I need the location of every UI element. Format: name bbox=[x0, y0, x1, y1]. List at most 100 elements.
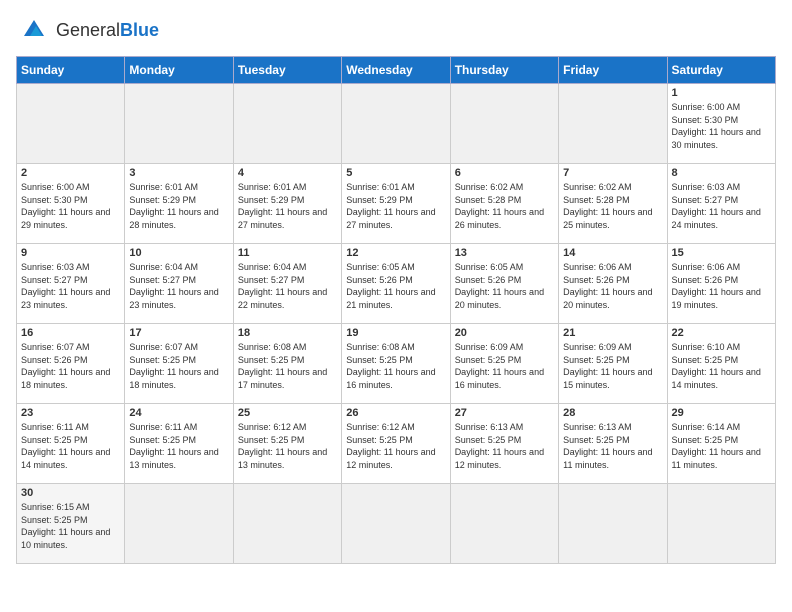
calendar-cell-8: 8 Sunrise: 6:03 AM Sunset: 5:27 PM Daylig… bbox=[667, 164, 775, 244]
calendar-cell-empty bbox=[667, 484, 775, 564]
calendar-cell-20: 20Sunrise: 6:09 AM Sunset: 5:25 PM Dayli… bbox=[450, 324, 558, 404]
calendar-cell-23: 23Sunrise: 6:11 AM Sunset: 5:25 PM Dayli… bbox=[17, 404, 125, 484]
day-info: Sunrise: 6:14 AM Sunset: 5:25 PM Dayligh… bbox=[672, 421, 771, 471]
day-info: Sunrise: 6:10 AM Sunset: 5:25 PM Dayligh… bbox=[672, 341, 771, 391]
day-info: Sunrise: 6:06 AM Sunset: 5:26 PM Dayligh… bbox=[672, 261, 771, 311]
day-info: Sunrise: 6:04 AM Sunset: 5:27 PM Dayligh… bbox=[238, 261, 337, 311]
day-number: 7 bbox=[563, 167, 662, 179]
week-row-1: 1 Sunrise: 6:00 AM Sunset: 5:30 PM Daylig… bbox=[17, 84, 776, 164]
day-number: 8 bbox=[672, 167, 771, 179]
day-info: Sunrise: 6:07 AM Sunset: 5:26 PM Dayligh… bbox=[21, 341, 120, 391]
calendar-cell-3: 3 Sunrise: 6:01 AM Sunset: 5:29 PM Daylig… bbox=[125, 164, 233, 244]
day-number: 15 bbox=[672, 247, 771, 259]
day-info: Sunrise: 6:03 AM Sunset: 5:27 PM Dayligh… bbox=[21, 261, 120, 311]
day-number: 30 bbox=[21, 487, 120, 499]
week-row-4: 16Sunrise: 6:07 AM Sunset: 5:26 PM Dayli… bbox=[17, 324, 776, 404]
day-info: Sunrise: 6:09 AM Sunset: 5:25 PM Dayligh… bbox=[563, 341, 662, 391]
calendar-cell-empty bbox=[233, 484, 341, 564]
day-number: 1 bbox=[672, 87, 771, 99]
day-number: 21 bbox=[563, 327, 662, 339]
calendar-cell-empty bbox=[559, 484, 667, 564]
day-info: Sunrise: 6:05 AM Sunset: 5:26 PM Dayligh… bbox=[346, 261, 445, 311]
day-number: 2 bbox=[21, 167, 120, 179]
day-number: 25 bbox=[238, 407, 337, 419]
day-info: Sunrise: 6:11 AM Sunset: 5:25 PM Dayligh… bbox=[129, 421, 228, 471]
day-number: 4 bbox=[238, 167, 337, 179]
calendar-cell-empty bbox=[233, 84, 341, 164]
day-number: 12 bbox=[346, 247, 445, 259]
week-row-5: 23 Sunrise: 6:11 AM Sunset: 5:25 PM Dayli… bbox=[17, 404, 776, 484]
day-info: Sunrise: 6:12 AM Sunset: 5:25 PM Dayligh… bbox=[346, 421, 445, 471]
calendar-cell-16: 16Sunrise: 6:07 AM Sunset: 5:26 PM Dayli… bbox=[17, 324, 125, 404]
day-info: Sunrise: 6:03 AM Sunset: 5:27 PM Dayligh… bbox=[672, 181, 771, 231]
calendar-cell-empty bbox=[125, 84, 233, 164]
day-info: Sunrise: 6:02 AM Sunset: 5:28 PM Dayligh… bbox=[563, 181, 662, 231]
day-info: Sunrise: 6:00 AM Sunset: 5:30 PM Dayligh… bbox=[672, 101, 771, 151]
day-number: 29 bbox=[672, 407, 771, 419]
calendar-cell-5: 5 Sunrise: 6:01 AM Sunset: 5:29 PM Daylig… bbox=[342, 164, 450, 244]
logo-icon bbox=[16, 16, 52, 44]
week-row-2: 2 Sunrise: 6:00 AM Sunset: 5:30 PM Daylig… bbox=[17, 164, 776, 244]
calendar-cell-27: 27Sunrise: 6:13 AM Sunset: 5:25 PM Dayli… bbox=[450, 404, 558, 484]
logo-text: GeneralBlue bbox=[56, 20, 159, 41]
calendar-cell-6: 6 Sunrise: 6:02 AM Sunset: 5:28 PM Daylig… bbox=[450, 164, 558, 244]
day-info: Sunrise: 6:00 AM Sunset: 5:30 PM Dayligh… bbox=[21, 181, 120, 231]
day-number: 27 bbox=[455, 407, 554, 419]
day-number: 13 bbox=[455, 247, 554, 259]
calendar-cell-empty bbox=[450, 484, 558, 564]
calendar-cell-10: 10Sunrise: 6:04 AM Sunset: 5:27 PM Dayli… bbox=[125, 244, 233, 324]
day-info: Sunrise: 6:04 AM Sunset: 5:27 PM Dayligh… bbox=[129, 261, 228, 311]
day-info: Sunrise: 6:02 AM Sunset: 5:28 PM Dayligh… bbox=[455, 181, 554, 231]
weekday-header-wednesday: Wednesday bbox=[342, 57, 450, 84]
weekday-header-saturday: Saturday bbox=[667, 57, 775, 84]
weekday-header-friday: Friday bbox=[559, 57, 667, 84]
day-number: 3 bbox=[129, 167, 228, 179]
calendar-cell-21: 21 Sunrise: 6:09 AM Sunset: 5:25 PM Dayli… bbox=[559, 324, 667, 404]
weekday-header-thursday: Thursday bbox=[450, 57, 558, 84]
day-info: Sunrise: 6:13 AM Sunset: 5:25 PM Dayligh… bbox=[563, 421, 662, 471]
day-number: 23 bbox=[21, 407, 120, 419]
day-number: 24 bbox=[129, 407, 228, 419]
weekday-header-tuesday: Tuesday bbox=[233, 57, 341, 84]
day-info: Sunrise: 6:01 AM Sunset: 5:29 PM Dayligh… bbox=[129, 181, 228, 231]
calendar-cell-25: 25 Sunrise: 6:12 AM Sunset: 5:25 PM Dayli… bbox=[233, 404, 341, 484]
day-number: 28 bbox=[563, 407, 662, 419]
weekday-header-sunday: Sunday bbox=[17, 57, 125, 84]
calendar-cell-9: 9Sunrise: 6:03 AM Sunset: 5:27 PM Daylig… bbox=[17, 244, 125, 324]
day-number: 5 bbox=[346, 167, 445, 179]
day-info: Sunrise: 6:07 AM Sunset: 5:25 PM Dayligh… bbox=[129, 341, 228, 391]
calendar-cell-empty bbox=[559, 84, 667, 164]
calendar-cell-empty bbox=[125, 484, 233, 564]
day-info: Sunrise: 6:08 AM Sunset: 5:25 PM Dayligh… bbox=[346, 341, 445, 391]
calendar: SundayMondayTuesdayWednesdayThursdayFrid… bbox=[16, 56, 776, 564]
calendar-cell-12: 12 Sunrise: 6:05 AM Sunset: 5:26 PM Dayli… bbox=[342, 244, 450, 324]
day-number: 19 bbox=[346, 327, 445, 339]
calendar-cell-29: 29 Sunrise: 6:14 AM Sunset: 5:25 PM Dayli… bbox=[667, 404, 775, 484]
week-row-6: 30 Sunrise: 6:15 AM Sunset: 5:25 PM Dayli… bbox=[17, 484, 776, 564]
day-info: Sunrise: 6:01 AM Sunset: 5:29 PM Dayligh… bbox=[238, 181, 337, 231]
calendar-cell-30: 30 Sunrise: 6:15 AM Sunset: 5:25 PM Dayli… bbox=[17, 484, 125, 564]
calendar-cell-17: 17Sunrise: 6:07 AM Sunset: 5:25 PM Dayli… bbox=[125, 324, 233, 404]
calendar-cell-24: 24 Sunrise: 6:11 AM Sunset: 5:25 PM Dayli… bbox=[125, 404, 233, 484]
calendar-cell-4: 4 Sunrise: 6:01 AM Sunset: 5:29 PM Daylig… bbox=[233, 164, 341, 244]
calendar-cell-19: 19 Sunrise: 6:08 AM Sunset: 5:25 PM Dayli… bbox=[342, 324, 450, 404]
calendar-cell-11: 11 Sunrise: 6:04 AM Sunset: 5:27 PM Dayli… bbox=[233, 244, 341, 324]
calendar-cell-26: 26Sunrise: 6:12 AM Sunset: 5:25 PM Dayli… bbox=[342, 404, 450, 484]
day-info: Sunrise: 6:12 AM Sunset: 5:25 PM Dayligh… bbox=[238, 421, 337, 471]
weekday-header-monday: Monday bbox=[125, 57, 233, 84]
calendar-cell-18: 18Sunrise: 6:08 AM Sunset: 5:25 PM Dayli… bbox=[233, 324, 341, 404]
calendar-cell-empty bbox=[342, 484, 450, 564]
calendar-cell-7: 7 Sunrise: 6:02 AM Sunset: 5:28 PM Daylig… bbox=[559, 164, 667, 244]
day-number: 6 bbox=[455, 167, 554, 179]
day-info: Sunrise: 6:05 AM Sunset: 5:26 PM Dayligh… bbox=[455, 261, 554, 311]
day-info: Sunrise: 6:06 AM Sunset: 5:26 PM Dayligh… bbox=[563, 261, 662, 311]
calendar-cell-13: 13 Sunrise: 6:05 AM Sunset: 5:26 PM Dayli… bbox=[450, 244, 558, 324]
logo: GeneralBlue bbox=[16, 16, 159, 44]
day-number: 20 bbox=[455, 327, 554, 339]
calendar-cell-empty bbox=[17, 84, 125, 164]
day-info: Sunrise: 6:15 AM Sunset: 5:25 PM Dayligh… bbox=[21, 501, 120, 551]
day-info: Sunrise: 6:01 AM Sunset: 5:29 PM Dayligh… bbox=[346, 181, 445, 231]
day-number: 11 bbox=[238, 247, 337, 259]
calendar-cell-14: 14Sunrise: 6:06 AM Sunset: 5:26 PM Dayli… bbox=[559, 244, 667, 324]
calendar-cell-28: 28 Sunrise: 6:13 AM Sunset: 5:25 PM Dayli… bbox=[559, 404, 667, 484]
